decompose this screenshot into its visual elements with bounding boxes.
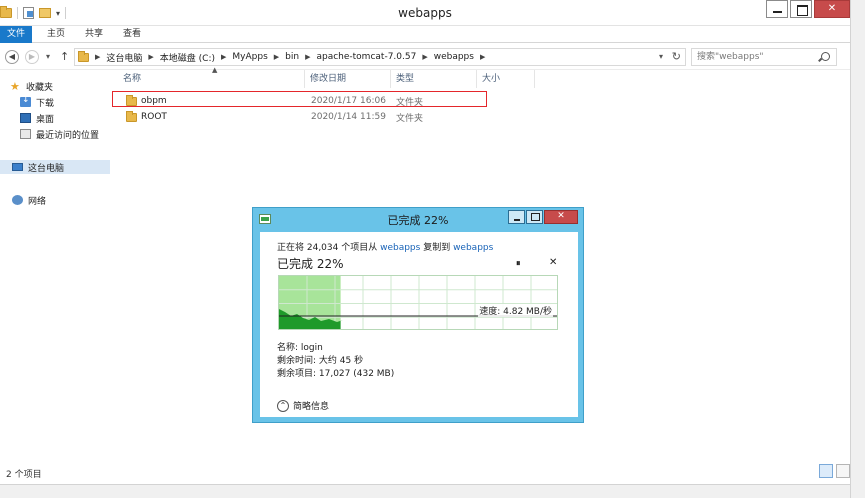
sidebar-item-this-pc[interactable]: 这台电脑 [0,160,110,174]
time-remaining: 剩余时间: 大约 45 秒 [277,356,364,366]
destination-link[interactable]: webapps [453,243,493,253]
dialog-close-button[interactable] [544,210,578,224]
pause-button[interactable]: ⏸ [516,259,520,269]
chevron-right-icon[interactable]: ▶ [480,53,485,61]
breadcrumb-bin[interactable]: bin [285,52,299,62]
tab-view[interactable]: 查看 [118,26,146,43]
back-button[interactable]: ◀ [5,50,19,64]
sidebar-item-label: 收藏夹 [26,82,54,93]
forward-button[interactable]: ▶ [25,50,39,64]
search-icon[interactable] [821,52,830,61]
transfer-graph: 速度: 4.82 MB/秒 [278,275,558,330]
status-bar: 2 个项目 [0,462,850,482]
less-details-button[interactable]: ⌃ 简略信息 [277,399,329,412]
folder-icon [126,110,137,122]
transfer-graph-svg [279,276,557,329]
download-icon [20,95,31,107]
breadcrumb-this-pc[interactable]: 这台电脑 [106,51,142,64]
item-count: 2 个项目 [6,470,42,480]
recent-places-icon [20,129,31,139]
breadcrumb-myapps[interactable]: MyApps [232,52,267,62]
taskbar-edge [0,484,850,498]
chevron-right-icon[interactable]: ▶ [422,53,427,61]
dialog-body: 正在将 24,034 个项目从 webapps 复制到 webapps 已完成 … [260,232,578,417]
search-input[interactable] [697,51,819,63]
sidebar-item-label: 这台电脑 [28,163,65,174]
computer-icon [12,163,23,171]
tab-file[interactable]: 文件 [0,26,32,43]
sidebar-item-desktop[interactable]: 桌面 [20,111,54,125]
address-row: ◀ ▶ ▾ ↑ ▶ 这台电脑 ▶ 本地磁盘 (C:) ▶ MyApps ▶ bi… [0,44,850,70]
sidebar-item-downloads[interactable]: 下载 [20,95,54,109]
chevron-right-icon[interactable]: ▶ [305,53,310,61]
percent-complete: 已完成 22% [277,257,344,271]
title-bar: ▾ webapps [0,0,850,26]
tab-home[interactable]: 主页 [42,26,70,43]
file-date: 2020/1/14 11:59 [311,112,386,122]
copy-progress-dialog: 已完成 22% 正在将 24,034 个项目从 webapps 复制到 weba… [252,207,584,423]
list-item[interactable]: ROOT 2020/1/14 11:59 文件夹 [112,110,532,124]
maximize-button[interactable] [790,0,812,18]
copy-prefix: 正在将 24,034 个项目从 [277,243,381,253]
chevron-right-icon[interactable]: ▶ [274,53,279,61]
transfer-speed: 速度: 4.82 MB/秒 [478,304,553,317]
refresh-icon[interactable]: ↻ [672,50,681,63]
window-title: webapps [398,6,452,20]
dialog-maximize-button[interactable] [526,210,543,224]
sidebar-item-label: 网络 [28,196,47,207]
column-header-type[interactable]: 类型 [391,70,477,88]
breadcrumb-tomcat[interactable]: apache-tomcat-7.0.57 [316,52,416,62]
large-icons-view-icon[interactable] [836,464,850,478]
chevron-right-icon[interactable]: ▶ [148,53,153,61]
current-file-name: 名称: login [277,343,323,353]
cancel-button[interactable]: ✕ [549,257,557,268]
chevron-up-icon: ⌃ [277,399,289,412]
minimize-button[interactable] [766,0,788,18]
chevron-right-icon[interactable]: ▶ [221,53,226,61]
close-button[interactable] [814,0,850,18]
column-header-date[interactable]: 修改日期 [305,70,391,88]
search-box[interactable] [691,48,837,66]
details-view-icon[interactable] [819,464,833,478]
breadcrumb-webapps[interactable]: webapps [434,52,474,62]
copy-status-line: 正在将 24,034 个项目从 webapps 复制到 webapps [277,240,493,253]
highlight-box [112,91,487,107]
sidebar-item-favorites[interactable]: ★ 收藏夹 [10,79,53,93]
less-details-label: 简略信息 [293,402,330,412]
sidebar-item-label: 桌面 [36,114,55,125]
dialog-minimize-button[interactable] [508,210,525,224]
breadcrumb-local-disk[interactable]: 本地磁盘 (C:) [160,51,215,64]
up-button[interactable]: ↑ [60,50,69,63]
ribbon-tabs: 文件 主页 共享 查看 [0,26,850,43]
items-remaining: 剩余项目: 17,027 (432 MB) [277,369,395,379]
background-window-edge [850,0,865,498]
sidebar-item-label: 下载 [36,98,55,109]
file-name: ROOT [141,112,167,122]
star-icon: ★ [10,79,20,93]
address-dropdown[interactable]: ▾ [659,52,663,61]
sidebar-item-network[interactable]: 网络 [12,193,46,207]
copy-middle: 复制到 [420,243,454,253]
sidebar-item-recent[interactable]: 最近访问的位置 [20,127,99,141]
recent-locations-dropdown[interactable]: ▾ [46,52,50,61]
column-header-size[interactable]: 大小 [477,70,535,88]
column-header-name[interactable]: 名称 [118,70,305,88]
address-bar[interactable]: ▶ 这台电脑 ▶ 本地磁盘 (C:) ▶ MyApps ▶ bin ▶ apac… [74,48,686,66]
network-icon [12,195,23,205]
source-link[interactable]: webapps [380,243,420,253]
folder-icon [78,50,89,62]
tab-share[interactable]: 共享 [80,26,108,43]
sidebar-item-label: 最近访问的位置 [36,130,100,141]
desktop-icon [20,113,31,123]
file-type: 文件夹 [396,113,424,124]
chevron-right-icon[interactable]: ▶ [95,53,100,61]
navigation-pane: ★ 收藏夹 下载 桌面 最近访问的位置 这台电脑 网络 [0,70,110,460]
